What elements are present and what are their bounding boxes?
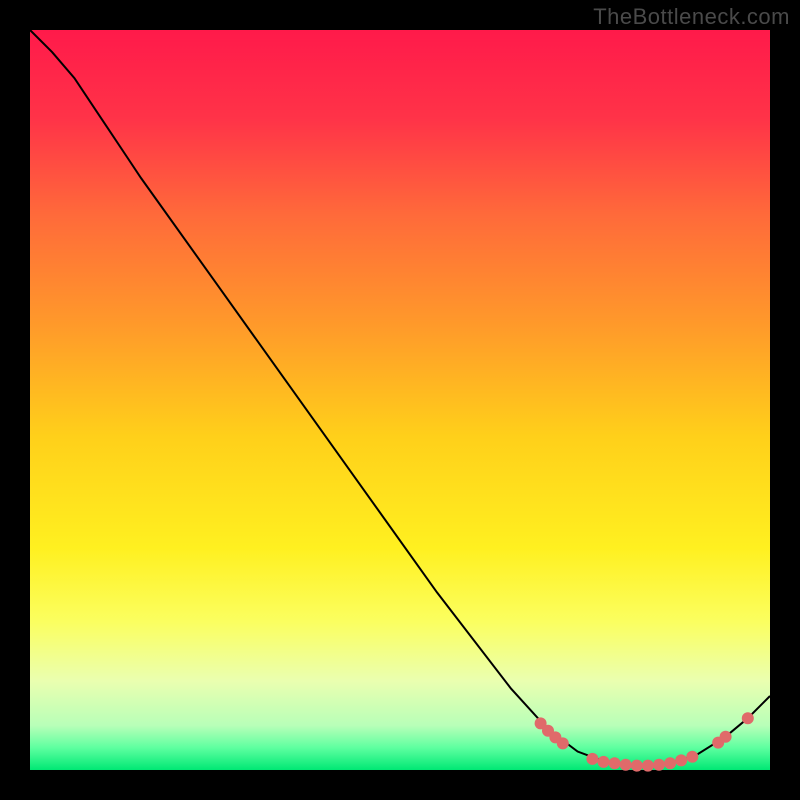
data-marker — [686, 751, 698, 763]
data-marker — [653, 759, 665, 771]
data-marker — [586, 753, 598, 765]
data-marker — [675, 754, 687, 766]
data-marker — [620, 759, 632, 771]
data-marker — [557, 737, 569, 749]
chart-frame: TheBottleneck.com — [0, 0, 800, 800]
watermark-text: TheBottleneck.com — [593, 4, 790, 30]
data-marker — [742, 712, 754, 724]
data-marker — [598, 756, 610, 768]
data-marker — [631, 760, 643, 772]
data-marker — [609, 757, 621, 769]
bottleneck-chart — [0, 0, 800, 800]
plot-background — [30, 30, 770, 770]
data-marker — [642, 760, 654, 772]
data-marker — [664, 757, 676, 769]
data-marker — [720, 731, 732, 743]
